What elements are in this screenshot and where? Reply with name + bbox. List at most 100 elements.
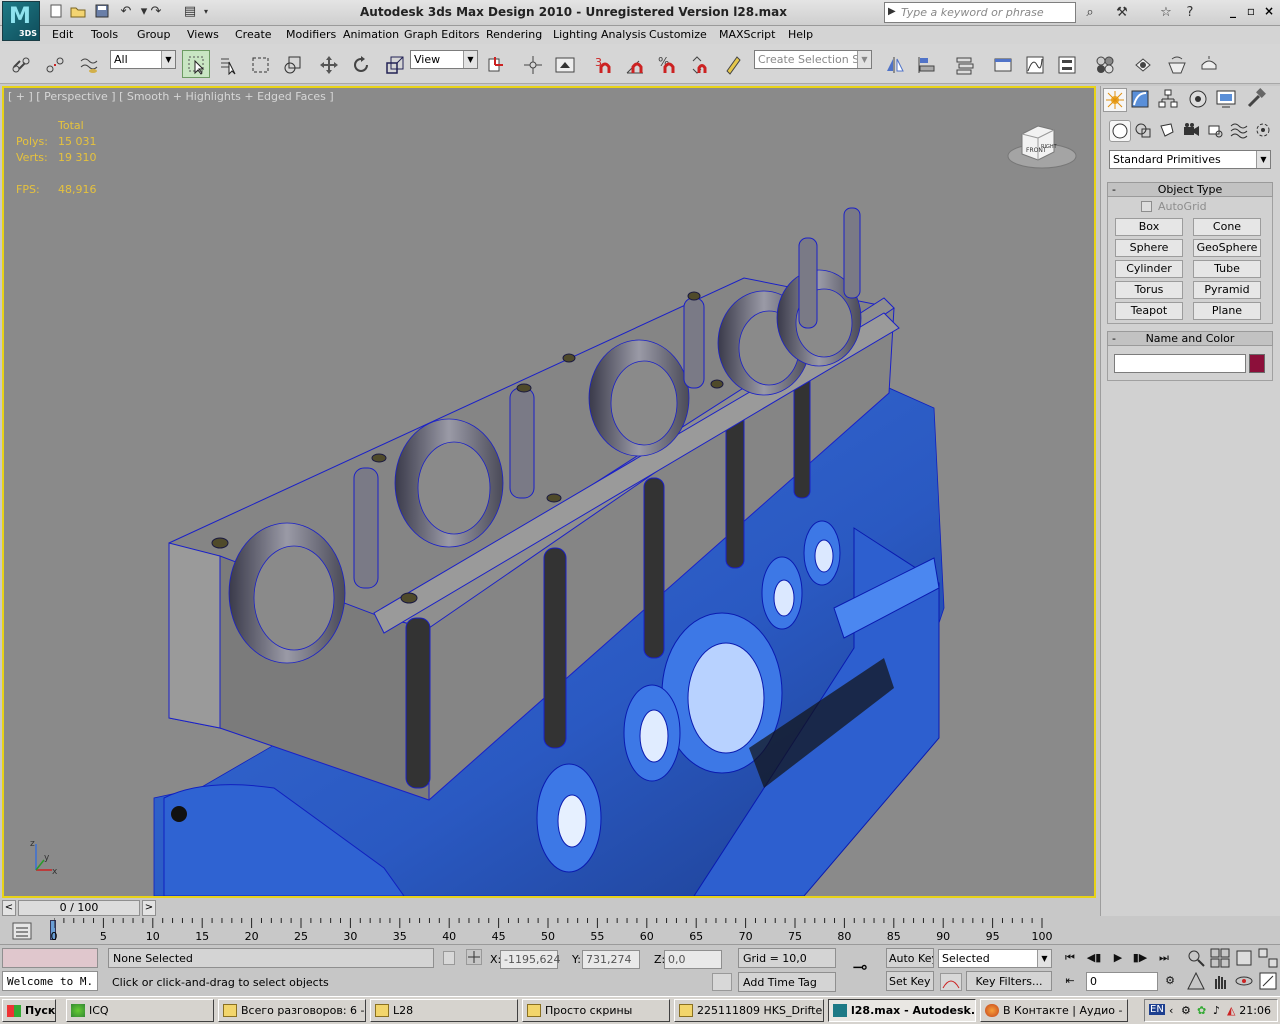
taskbar-item-icq[interactable]: ICQ: [66, 999, 214, 1022]
perspective-viewport[interactable]: [ + ] [ Perspective ] [ Smooth + Highlig…: [2, 86, 1096, 898]
z-coordinate-field[interactable]: 0,0: [664, 950, 722, 969]
shapes-icon[interactable]: [1133, 120, 1155, 142]
torus-button[interactable]: Torus: [1115, 281, 1183, 299]
menu-help[interactable]: Help: [788, 28, 813, 41]
rendered-frame-window-icon[interactable]: [1162, 50, 1190, 78]
go-to-end-icon[interactable]: ⏭: [1154, 949, 1174, 967]
tray-volume-icon[interactable]: ♪: [1213, 1004, 1220, 1017]
space-warps-icon[interactable]: [1229, 120, 1251, 142]
graphite-modeling-tools-icon[interactable]: [988, 50, 1016, 78]
edit-named-selection-icon[interactable]: [718, 50, 746, 78]
curve-editor-icon[interactable]: [1020, 50, 1048, 78]
systems-icon[interactable]: [1253, 120, 1275, 142]
teapot-button[interactable]: Teapot: [1115, 302, 1183, 320]
align-icon[interactable]: [912, 50, 940, 78]
rectangular-selection-icon[interactable]: [246, 50, 274, 78]
current-frame-field[interactable]: 0: [1086, 972, 1158, 991]
tab-display-icon[interactable]: [1215, 88, 1239, 112]
time-configuration-icon[interactable]: ⚙: [1160, 972, 1180, 990]
select-by-name-icon[interactable]: [214, 50, 242, 78]
key-mode-select[interactable]: Selected ▼: [938, 949, 1052, 968]
material-editor-icon[interactable]: [1090, 50, 1118, 78]
percent-snap-toggle-icon[interactable]: %: [652, 50, 680, 78]
y-coordinate-field[interactable]: 731,274: [582, 950, 640, 969]
cylinder-button[interactable]: Cylinder: [1115, 260, 1183, 278]
field-of-view-icon[interactable]: [1186, 971, 1208, 991]
pyramid-button[interactable]: Pyramid: [1193, 281, 1261, 299]
subscription-center-icon[interactable]: ⚒: [1112, 3, 1132, 22]
link-icon[interactable]: [6, 50, 34, 78]
zoom-extents-all-icon[interactable]: [1258, 948, 1280, 968]
cone-button[interactable]: Cone: [1193, 218, 1261, 236]
tab-modify-icon[interactable]: [1129, 88, 1153, 112]
window-crossing-icon[interactable]: [278, 50, 306, 78]
use-pivot-point-center-icon[interactable]: [480, 50, 508, 78]
add-time-tag-button[interactable]: Add Time Tag: [738, 972, 836, 992]
viewcube-icon[interactable]: FRONT RIGHT: [1004, 118, 1080, 174]
menu-edit[interactable]: Edit: [52, 28, 73, 41]
menu-modifiers[interactable]: Modifiers: [286, 28, 336, 41]
tray-icq-icon[interactable]: ✿: [1197, 1004, 1206, 1017]
minimize-icon[interactable]: _: [1226, 4, 1240, 18]
taskbar-item-chat[interactable]: Всего разговоров: 6 -...: [218, 999, 366, 1022]
helpers-icon[interactable]: [1205, 120, 1227, 142]
tube-button[interactable]: Tube: [1193, 260, 1261, 278]
name-and-color-rollout-header[interactable]: - Name and Color: [1107, 331, 1273, 346]
unlink-icon[interactable]: [40, 50, 68, 78]
track-bar[interactable]: 0 5 10 15 20 25 30 35 40 45 50 55 60 65 70 75 80 85 90 95 10…: [0, 918, 1100, 944]
maxscript-mini-listener-top[interactable]: [2, 948, 98, 968]
spinner-snap-toggle-icon[interactable]: [684, 50, 712, 78]
box-button[interactable]: Box: [1115, 218, 1183, 236]
tab-utilities-icon[interactable]: [1245, 88, 1269, 112]
select-and-move-icon[interactable]: [314, 50, 342, 78]
tray-chevron-icon[interactable]: ‹: [1169, 1004, 1173, 1017]
select-and-scale-icon[interactable]: [380, 50, 408, 78]
select-object-icon[interactable]: [182, 50, 210, 78]
menu-create[interactable]: Create: [235, 28, 272, 41]
selection-filter-select[interactable]: All ▼: [110, 50, 176, 69]
render-production-icon[interactable]: [1194, 50, 1222, 78]
key-filters-button[interactable]: Key Filters...: [966, 971, 1052, 991]
language-indicator[interactable]: EN: [1149, 1004, 1165, 1015]
layer-manager-icon[interactable]: [950, 50, 978, 78]
previous-frame-button[interactable]: <: [2, 900, 16, 916]
menu-animation[interactable]: Animation: [343, 28, 399, 41]
tray-antivirus-icon[interactable]: ◭: [1227, 1004, 1235, 1017]
taskbar-item-hks-drifter[interactable]: 225111809 HKS_Drifter: [674, 999, 824, 1022]
open-file-icon[interactable]: [68, 3, 88, 21]
menu-lighting-analysis[interactable]: Lighting Analysis: [553, 28, 646, 41]
search-input[interactable]: ▶ Type a keyword or phrase: [884, 2, 1076, 23]
restore-icon[interactable]: ▫: [1244, 4, 1258, 18]
time-tag-icon[interactable]: [712, 973, 732, 991]
mirror-icon[interactable]: [880, 50, 908, 78]
close-icon[interactable]: ×: [1262, 4, 1276, 18]
object-color-swatch[interactable]: [1249, 354, 1265, 373]
reference-coordinate-select[interactable]: View ▼: [410, 50, 478, 69]
select-and-rotate-icon[interactable]: [346, 50, 374, 78]
tab-create-icon[interactable]: [1103, 88, 1127, 112]
quick-access-dropdown-icon[interactable]: ▾: [200, 3, 212, 21]
mini-curve-editor-icon[interactable]: [12, 922, 34, 942]
time-slider[interactable]: < 0 / 100 >: [2, 900, 1096, 917]
set-key-icon[interactable]: ⊸: [842, 957, 878, 981]
viewport-label-menu[interactable]: [ + ] [ Perspective ] [ Smooth + Highlig…: [8, 90, 334, 103]
select-and-manipulate-icon[interactable]: [518, 50, 546, 78]
go-to-start-icon[interactable]: ⏮: [1060, 949, 1080, 967]
zoom-icon[interactable]: [1186, 948, 1208, 968]
menu-maxscript[interactable]: MAXScript: [719, 28, 775, 41]
taskbar-item-browser[interactable]: В Контакте | Аудио - ...: [980, 999, 1128, 1022]
menu-customize[interactable]: Customize: [649, 28, 707, 41]
object-type-rollout-header[interactable]: - Object Type: [1107, 182, 1273, 197]
favorites-star-icon[interactable]: ☆: [1156, 3, 1176, 22]
redo-icon[interactable]: ↷: [146, 3, 166, 21]
menu-graph-editors[interactable]: Graph Editors: [404, 28, 480, 41]
previous-frame-icon[interactable]: ◀▮: [1084, 949, 1104, 967]
help-icon[interactable]: ?: [1180, 3, 1200, 22]
menu-group[interactable]: Group: [137, 28, 171, 41]
lights-icon[interactable]: [1157, 120, 1179, 142]
pan-view-icon[interactable]: [1210, 971, 1232, 991]
auto-key-button[interactable]: Auto Key: [886, 948, 934, 968]
project-folder-icon[interactable]: ▤: [180, 3, 200, 21]
taskbar-item-screenshots-folder[interactable]: Просто скрины: [522, 999, 670, 1022]
absolute-mode-transform-icon[interactable]: [466, 949, 482, 965]
